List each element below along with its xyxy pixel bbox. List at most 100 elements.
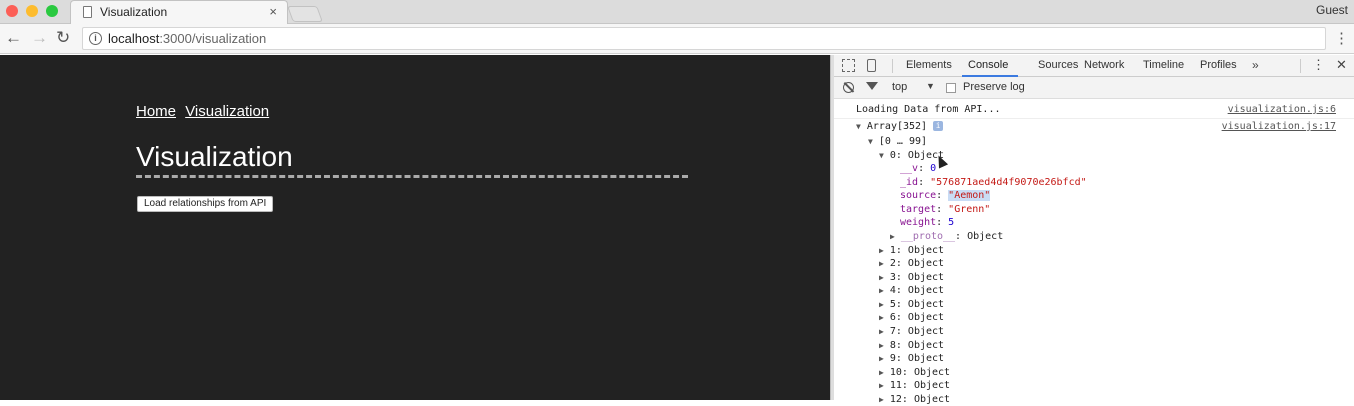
property-value: "Grenn" (948, 204, 991, 215)
object-label: 8: Object (889, 340, 945, 351)
collapsed-triangle-icon[interactable]: ▶ (879, 341, 884, 350)
proto-node[interactable]: ▶ __proto__: Object (890, 230, 1003, 243)
object-node[interactable]: ▶ 11: Object (879, 379, 950, 392)
preserve-log-label[interactable]: Preserve log (963, 81, 1025, 93)
document-icon (83, 6, 92, 18)
source-link[interactable]: visualization.js:6 (1228, 104, 1336, 115)
toolbar-separator (892, 59, 893, 73)
range-node[interactable]: ▼ [0 … 99] (868, 135, 927, 148)
collapsed-triangle-icon[interactable]: ▶ (890, 232, 895, 241)
tab-network[interactable]: Network (1084, 59, 1124, 71)
page-viewport: Home Visualization Visualization Load re… (0, 55, 830, 400)
close-window-icon[interactable] (6, 5, 18, 17)
inspect-element-icon[interactable] (842, 59, 855, 72)
collapsed-triangle-icon[interactable]: ▶ (879, 246, 884, 255)
nav-link-home[interactable]: Home (136, 103, 176, 120)
expanded-triangle-icon[interactable]: ▼ (879, 151, 884, 160)
toolbar-separator (1300, 59, 1301, 73)
object-node[interactable]: ▶ 5: Object (879, 298, 944, 311)
property-row: source: "Aemon" (900, 190, 991, 201)
range-label: [0 … 99] (878, 136, 928, 147)
url-host: localhost (108, 31, 160, 46)
object-node[interactable]: ▶ 9: Object (879, 352, 944, 365)
info-icon[interactable]: i (933, 121, 944, 131)
property-row: weight: 5 (900, 217, 955, 228)
forward-icon[interactable]: → (31, 27, 48, 49)
preserve-log-checkbox[interactable] (946, 83, 956, 93)
tab-console[interactable]: Console (968, 59, 1008, 71)
context-selector[interactable]: top (892, 81, 907, 93)
device-mode-icon[interactable] (867, 59, 876, 72)
console-message-text: Loading Data from API... (856, 104, 1001, 115)
collapsed-triangle-icon[interactable]: ▶ (879, 313, 884, 322)
property-value: 5 (948, 217, 955, 228)
message-separator (834, 118, 1354, 119)
object-label: 11: Object (889, 380, 951, 391)
property-row: _id: "576871aed4d4f9070e26bfcd" (900, 177, 1087, 188)
info-icon[interactable]: i (89, 32, 102, 45)
object-node[interactable]: ▶ 7: Object (879, 325, 944, 338)
array-label: Array[352] (866, 121, 928, 132)
minimize-window-icon[interactable] (26, 5, 38, 17)
object-node[interactable]: ▶ 4: Object (879, 284, 944, 297)
expanded-triangle-icon[interactable]: ▼ (856, 122, 861, 131)
array-node[interactable]: ▼ Array[352] i (856, 121, 944, 132)
expanded-triangle-icon[interactable]: ▼ (868, 137, 873, 146)
new-tab-button[interactable] (287, 6, 323, 22)
tab-close-icon[interactable]: × (269, 4, 277, 19)
browser-tab[interactable]: Visualization × (70, 0, 288, 24)
collapsed-triangle-icon[interactable]: ▶ (879, 327, 884, 336)
tab-timeline[interactable]: Timeline (1143, 59, 1184, 71)
tab-title: Visualization (100, 5, 168, 19)
title-divider (136, 175, 688, 178)
object-label: 4: Object (889, 285, 945, 296)
filter-icon[interactable] (866, 82, 878, 90)
page-title: Visualization (136, 141, 293, 172)
tab-sources[interactable]: Sources (1038, 59, 1078, 71)
object-node[interactable]: ▶ 8: Object (879, 339, 944, 352)
collapsed-triangle-icon[interactable]: ▶ (879, 300, 884, 309)
nav-link-visualization[interactable]: Visualization (185, 103, 269, 120)
console-output: Loading Data from API... visualization.j… (834, 99, 1354, 405)
collapsed-triangle-icon[interactable]: ▶ (879, 381, 884, 390)
reload-icon[interactable]: ↻ (56, 27, 70, 49)
clear-console-icon[interactable] (843, 82, 854, 93)
object-label: 10: Object (889, 367, 951, 378)
collapsed-triangle-icon[interactable]: ▶ (879, 368, 884, 377)
object-node[interactable]: ▶ 10: Object (879, 366, 950, 379)
collapsed-triangle-icon[interactable]: ▶ (879, 259, 884, 268)
url-text[interactable]: localhost:3000/visualization (108, 31, 266, 46)
source-link[interactable]: visualization.js:17 (1222, 121, 1336, 132)
browser-menu-icon[interactable]: ⋮ (1334, 29, 1349, 47)
property-key: _id (900, 177, 919, 188)
object-node[interactable]: ▶ 6: Object (879, 311, 944, 324)
chevron-down-icon[interactable]: ▼ (926, 81, 935, 91)
collapsed-triangle-icon[interactable]: ▶ (879, 354, 884, 363)
back-icon[interactable]: ← (5, 27, 22, 49)
maximize-window-icon[interactable] (46, 5, 58, 17)
object-label: 9: Object (889, 353, 945, 364)
object-node[interactable]: ▶ 2: Object (879, 257, 944, 270)
address-bar[interactable]: i localhost:3000/visualization (82, 27, 1326, 50)
object-node[interactable]: ▶ 1: Object (879, 244, 944, 257)
load-relationships-button[interactable]: Load relationships from API (137, 196, 274, 212)
property-row: target: "Grenn" (900, 204, 991, 215)
property-key: target (900, 204, 937, 215)
tab-profiles[interactable]: Profiles (1200, 59, 1237, 71)
collapsed-triangle-icon[interactable]: ▶ (879, 273, 884, 282)
proto-key: __proto__ (900, 231, 956, 242)
property-row: __v: 0 (900, 163, 937, 174)
object-node[interactable]: ▶ 3: Object (879, 271, 944, 284)
collapsed-triangle-icon[interactable]: ▶ (879, 286, 884, 295)
object-label: 7: Object (889, 326, 945, 337)
devtools-panel: Elements Console Sources Network Timelin… (834, 55, 1354, 405)
property-value: "576871aed4d4f9070e26bfcd" (930, 177, 1087, 188)
devtools-menu-icon[interactable]: ⋮ (1312, 57, 1325, 73)
profile-label[interactable]: Guest (1316, 3, 1348, 17)
window-titlebar: Visualization × Guest (0, 0, 1354, 24)
console-filter-bar: top ▼ Preserve log (834, 77, 1354, 99)
devtools-close-icon[interactable]: ✕ (1336, 57, 1347, 73)
tab-elements[interactable]: Elements (906, 59, 952, 71)
more-tabs-icon[interactable]: » (1252, 58, 1259, 72)
object-label: 5: Object (889, 299, 945, 310)
